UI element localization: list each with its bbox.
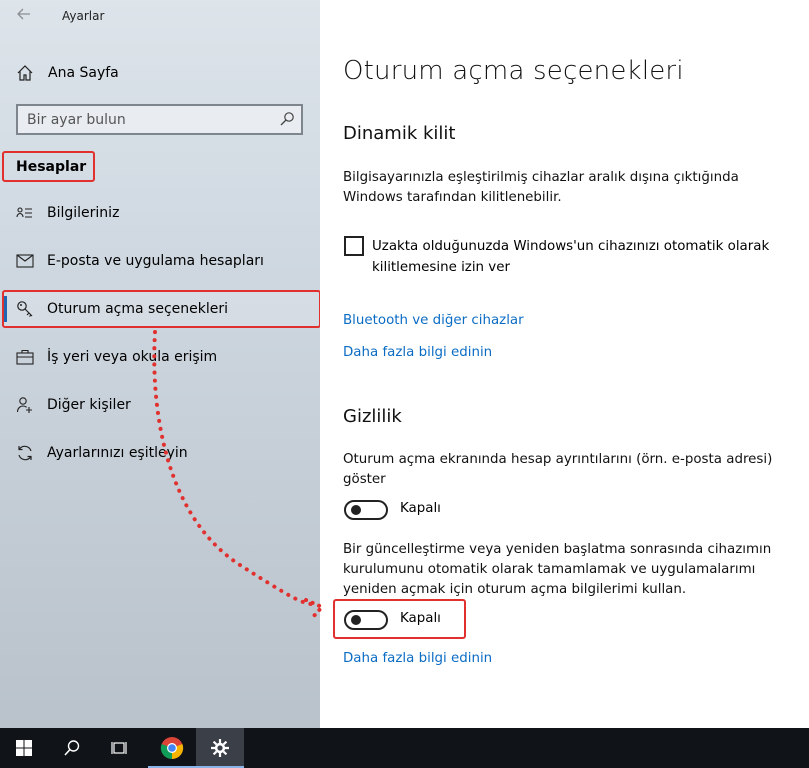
sidebar-item-label: Ayarlarınızı eşitleyin — [47, 445, 188, 461]
privacy-setting1-text: Oturum açma ekranında hesap ayrıntıların… — [343, 452, 773, 487]
active-indicator — [4, 296, 7, 322]
home-icon — [17, 65, 33, 81]
section-title-label: Hesaplar — [16, 158, 87, 175]
key-icon — [17, 301, 33, 317]
nav-home[interactable]: Ana Sayfa — [16, 63, 119, 83]
mail-icon — [16, 254, 34, 268]
nav-home-label: Ana Sayfa — [48, 65, 119, 81]
sidebar-item-label: Oturum açma seçenekleri — [47, 301, 229, 317]
sidebar-item-label: Bilgileriniz — [47, 205, 120, 221]
taskbar-search-button[interactable] — [48, 728, 96, 768]
toggle-state-label: Kapalı — [400, 501, 441, 516]
learn-more-link-2[interactable]: Daha fazla bilgi edinin — [343, 651, 492, 666]
taskbar — [0, 728, 809, 768]
sidebar-item-bilgileriniz[interactable]: Bilgileriniz — [16, 202, 306, 224]
search-placeholder: Bir ayar bulun — [27, 111, 126, 128]
person-add-icon — [16, 397, 32, 413]
settings-taskbar-button[interactable] — [196, 728, 244, 768]
sync-icon — [18, 445, 32, 461]
app-title: Ayarlar — [62, 9, 105, 23]
privacy-heading: Gizlilik — [343, 406, 402, 427]
sidebar-item-sync[interactable]: Ayarlarınızı eşitleyin — [16, 442, 306, 464]
sidebar-item-other-people[interactable]: Diğer kişiler — [16, 394, 306, 416]
back-arrow-icon[interactable] — [16, 6, 32, 26]
sidebar-item-email-accounts[interactable]: E-posta ve uygulama hesapları — [16, 250, 306, 272]
privacy-setting2-text: Bir güncelleştirme veya yeniden başlatma… — [343, 542, 772, 597]
sidebar-item-sign-in-options[interactable]: Oturum açma seçenekleri — [16, 298, 306, 320]
page-title: Oturum açma seçenekleri — [343, 56, 684, 86]
start-icon — [16, 740, 32, 756]
bluetooth-link[interactable]: Bluetooth ve diğer cihazlar — [343, 313, 524, 328]
sidebar-item-label: E-posta ve uygulama hesapları — [47, 253, 264, 269]
search-input[interactable]: Bir ayar bulun — [16, 104, 303, 135]
search-icon — [64, 740, 80, 756]
section-title: Hesaplar — [2, 151, 95, 182]
show-account-details-toggle[interactable] — [344, 500, 388, 520]
sidebar-item-work-school[interactable]: İş yeri veya okula erişim — [16, 346, 306, 368]
toggle-highlight-box — [333, 599, 466, 639]
sidebar-item-label: Diğer kişiler — [47, 397, 131, 413]
sidebar-item-label: İş yeri veya okula erişim — [47, 349, 218, 365]
start-button[interactable] — [0, 728, 48, 768]
settings-gear-icon — [211, 739, 229, 757]
dynamic-lock-description: Bilgisayarınızla eşleştirilmiş cihazlar … — [343, 170, 739, 205]
toggle-knob — [351, 505, 361, 515]
task-view-button[interactable] — [96, 728, 144, 768]
dynamic-lock-heading: Dinamik kilit — [343, 123, 456, 144]
dynamic-lock-checkbox-label[interactable]: Uzakta olduğunuzda Windows'un cihazınızı… — [372, 236, 792, 278]
search-icon[interactable] — [279, 111, 295, 127]
briefcase-icon — [16, 349, 34, 365]
person-card-icon — [16, 207, 32, 218]
settings-sidebar: Ayarlar Ana Sayfa Bir ayar bulun Hesapla… — [0, 0, 321, 728]
dynamic-lock-checkbox[interactable] — [344, 236, 364, 256]
chrome-button[interactable] — [148, 728, 196, 768]
title-bar: Ayarlar — [0, 0, 320, 34]
learn-more-link-1[interactable]: Daha fazla bilgi edinin — [343, 345, 492, 360]
chrome-icon — [160, 737, 184, 760]
task-view-icon — [111, 742, 127, 754]
